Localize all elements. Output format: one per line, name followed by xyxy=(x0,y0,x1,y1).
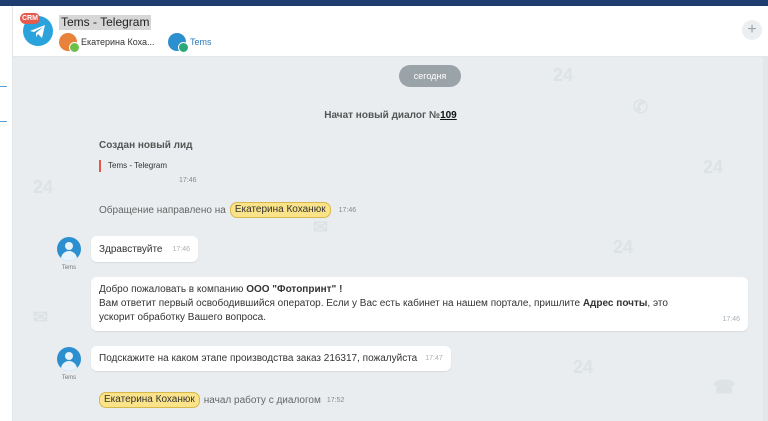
background-doodle: 24 xyxy=(553,65,574,85)
lead-time: 17:46 xyxy=(179,177,197,184)
avatar xyxy=(59,33,80,53)
message-time: 17:47 xyxy=(425,355,443,362)
member-name: Екатерина Коха... xyxy=(81,37,155,47)
message-text: , это xyxy=(647,298,668,309)
chat-area: 24 ✆ 24 24 ✉ 24 ✉ 24 ☎ сегодня Начат нов… xyxy=(13,57,768,421)
member-name: Tems xyxy=(190,37,212,47)
operator-name-chip[interactable]: Екатерина Коханюк xyxy=(229,202,331,218)
scrollbar[interactable] xyxy=(763,57,768,421)
left-sidebar-strip xyxy=(0,6,13,421)
message-bubble: Здравствуйте 17:46 xyxy=(91,236,199,262)
status-icon xyxy=(178,42,189,53)
dialog-started-notice: Начат новый диалог №109 xyxy=(13,110,768,121)
operator-name-chip[interactable]: Екатерина Коханюк xyxy=(99,392,200,408)
date-divider: сегодня xyxy=(399,65,461,87)
background-doodle: 24 xyxy=(613,237,634,257)
email-keyword: Адрес почты xyxy=(582,298,648,309)
background-doodle: 24 xyxy=(703,157,724,177)
message-line: Вам ответит первый освободившийся операт… xyxy=(99,297,740,311)
message-line: ускорит обработку Вашего вопроса. xyxy=(99,312,266,323)
chat-header: CRM Tems - Telegram Екатерина Коха... Te… xyxy=(13,6,768,57)
member-operator[interactable]: Екатерина Коха... xyxy=(59,32,155,53)
sidebar-marker xyxy=(0,121,7,122)
dialog-number-link[interactable]: 109 xyxy=(440,110,457,121)
message-time: 17:46 xyxy=(172,245,191,253)
sidebar-marker xyxy=(0,86,7,87)
add-button[interactable]: + xyxy=(742,20,762,40)
avatar[interactable] xyxy=(57,237,81,261)
message-time: 17:46 xyxy=(722,316,740,323)
routed-text: Обращение направлено на xyxy=(99,204,226,216)
lead-source: Tems - Telegram xyxy=(99,160,167,172)
routed-time: 17:46 xyxy=(338,206,357,214)
message-text: Вам ответит первый освободившийся операт… xyxy=(99,298,583,309)
background-doodle: ☎ xyxy=(713,377,736,397)
avatar xyxy=(168,33,189,53)
lead-created-title: Создан новый лид xyxy=(99,140,193,151)
routed-notice: Обращение направлено на Екатерина Коханю… xyxy=(99,202,356,218)
dialog-started-text: Начат новый диалог № xyxy=(324,110,441,121)
chat-title[interactable]: Tems - Telegram xyxy=(59,15,152,30)
message-text: Добро пожаловать в компанию xyxy=(99,284,247,295)
message-text: Подскажите на каком этапе производства з… xyxy=(99,353,418,364)
status-icon xyxy=(69,42,80,53)
sender-name: Tems xyxy=(61,375,77,381)
work-started-text: начал работу с диалогом xyxy=(203,394,321,406)
message-bubble: Добро пожаловать в компанию ООО "Фотопри… xyxy=(91,277,748,331)
avatar[interactable] xyxy=(57,347,81,371)
background-doodle: 24 xyxy=(573,357,594,377)
member-client[interactable]: Tems xyxy=(168,32,212,53)
work-started-time: 17:52 xyxy=(326,396,345,404)
background-doodle: 24 xyxy=(33,177,54,197)
work-started-notice: Екатерина Коханюк начал работу с диалого… xyxy=(99,392,344,408)
crm-badge: CRM xyxy=(20,13,40,24)
background-doodle: ✉ xyxy=(313,217,329,237)
message-text: Здравствуйте xyxy=(99,243,163,255)
message-line: Добро пожаловать в компанию ООО "Фотопри… xyxy=(99,283,740,297)
background-doodle: ✉ xyxy=(33,307,49,327)
sender-name: Tems xyxy=(61,265,77,271)
message-bubble: Подскажите на каком этапе производства з… xyxy=(91,346,451,371)
company-name: ООО "Фотопринт" ! xyxy=(246,284,343,295)
